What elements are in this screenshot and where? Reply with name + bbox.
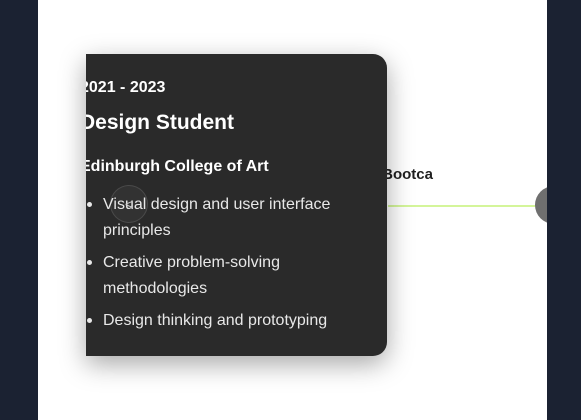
timeline-connector-line xyxy=(388,205,547,207)
bullet-icon xyxy=(87,202,92,207)
list-item: Design thinking and prototyping xyxy=(87,308,383,334)
bullet-icon xyxy=(87,318,92,323)
next-button[interactable]: > xyxy=(535,186,547,224)
bullet-icon xyxy=(87,260,92,265)
card-title: Design Student xyxy=(86,111,235,134)
timeline-track: Edinburgh Bootca 2024 2021 - 2023 Design… xyxy=(86,0,547,420)
prev-button[interactable]: < xyxy=(110,185,148,223)
list-item-text: Creative problem-solving methodologies xyxy=(103,254,280,297)
list-item-text: Design thinking and prototyping xyxy=(103,312,328,329)
card-period: 2021 - 2023 xyxy=(86,79,166,96)
timeline-viewport: Edinburgh Bootca 2024 2021 - 2023 Design… xyxy=(38,0,547,420)
chevron-left-icon: < xyxy=(124,196,134,212)
card-organization: Edinburgh College of Art xyxy=(86,158,269,175)
list-item: Creative problem-solving methodologies xyxy=(87,250,383,302)
